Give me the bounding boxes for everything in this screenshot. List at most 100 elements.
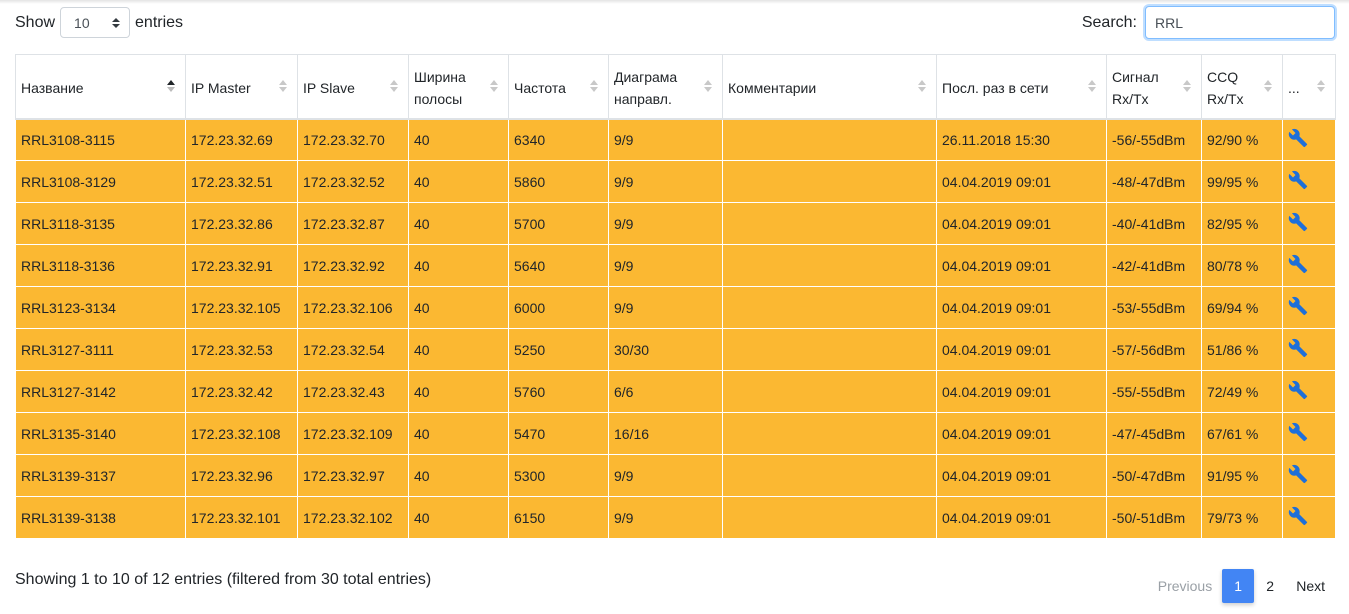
wrench-icon[interactable] <box>1288 170 1308 190</box>
table-cell: 79/73 % <box>1201 496 1283 539</box>
table-cell: 40 <box>408 328 509 371</box>
sort-icon <box>1264 80 1272 93</box>
table-row: RRL3118-3135 172.23.32.86 172.23.32.87 40 57… <box>15 202 1336 245</box>
action-cell <box>1282 286 1336 329</box>
table-cell: 9/9 <box>608 286 723 329</box>
table-row: RRL3118-3136 172.23.32.91 172.23.32.92 40 56… <box>15 244 1336 287</box>
table-cell: 92/90 % <box>1201 118 1283 161</box>
table-cell: -55/-55dBm <box>1106 370 1202 413</box>
table-cell: 172.23.32.43 <box>297 370 409 413</box>
table-row: RRL3127-3142 172.23.32.42 172.23.32.43 40 57… <box>15 370 1336 413</box>
table-row: RRL3139-3138 172.23.32.101 172.23.32.102 40… <box>15 496 1336 539</box>
table-cell: 9/9 <box>608 496 723 539</box>
table-cell: 172.23.32.97 <box>297 454 409 497</box>
sort-icon <box>704 80 712 93</box>
wrench-icon[interactable] <box>1288 464 1308 484</box>
column-header-label: Комментарии <box>728 80 817 97</box>
wrench-icon[interactable] <box>1288 506 1308 526</box>
wrench-icon[interactable] <box>1288 296 1308 316</box>
wrench-icon[interactable] <box>1288 338 1308 358</box>
table-cell: 172.23.32.86 <box>185 202 298 245</box>
page-button-2[interactable]: 2 <box>1254 569 1286 603</box>
column-header-0[interactable]: Название <box>15 54 186 120</box>
table-cell: 9/9 <box>608 160 723 203</box>
entries-per-page-select[interactable]: 10 <box>60 7 131 38</box>
table-cell: 6150 <box>508 496 609 539</box>
show-label: Show <box>15 13 56 31</box>
table-cell: 172.23.32.109 <box>297 412 409 455</box>
sort-icon <box>490 80 498 93</box>
table-cell: 04.04.2019 09:01 <box>936 202 1107 245</box>
table-cell: RRL3139-3138 <box>15 496 186 539</box>
wrench-icon[interactable] <box>1288 380 1308 400</box>
table-cell: 40 <box>408 244 509 287</box>
wrench-icon[interactable] <box>1288 128 1308 148</box>
table-cell: RRL3123-3134 <box>15 286 186 329</box>
table-cell: -57/-56dBm <box>1106 328 1202 371</box>
table-cell: 91/95 % <box>1201 454 1283 497</box>
table-cell: 172.23.32.69 <box>185 118 298 161</box>
table-cell: RRL3139-3137 <box>15 454 186 497</box>
table-cell: RRL3108-3129 <box>15 160 186 203</box>
table-cell: 5250 <box>508 328 609 371</box>
table-cell: RRL3127-3142 <box>15 370 186 413</box>
column-header-7[interactable]: Посл. раз в сети <box>936 54 1107 120</box>
next-button[interactable]: Next <box>1286 569 1335 603</box>
previous-button[interactable]: Previous <box>1148 569 1222 603</box>
column-header-2[interactable]: IP Slave <box>297 54 409 120</box>
sort-icon <box>390 80 398 93</box>
column-header-label: CCQ Rx/Tx <box>1207 69 1244 108</box>
table-cell: 9/9 <box>608 118 723 161</box>
table-cell: -48/-47dBm <box>1106 160 1202 203</box>
table-cell: 04.04.2019 09:01 <box>936 328 1107 371</box>
wrench-icon[interactable] <box>1288 254 1308 274</box>
table-cell: RRL3135-3140 <box>15 412 186 455</box>
entries-label: entries <box>135 13 184 31</box>
table-cell: -42/-41dBm <box>1106 244 1202 287</box>
table-cell: 5760 <box>508 370 609 413</box>
table-cell: 172.23.32.53 <box>185 328 298 371</box>
table-row: RRL3108-3115 172.23.32.69 172.23.32.70 40 63… <box>15 118 1336 161</box>
page-button-1[interactable]: 1 <box>1222 569 1255 603</box>
table-cell: 172.23.32.52 <box>297 160 409 203</box>
sort-icon <box>167 80 175 93</box>
column-header-label: IP Slave <box>303 80 355 97</box>
action-cell <box>1282 160 1336 203</box>
pagination: Previous 12 Next <box>1148 569 1335 603</box>
table-cell: 5300 <box>508 454 609 497</box>
table-body: RRL3108-3115 172.23.32.69 172.23.32.70 40 63… <box>15 118 1336 539</box>
table-cell: 172.23.32.96 <box>185 454 298 497</box>
table-cell: 72/49 % <box>1201 370 1283 413</box>
wrench-icon[interactable] <box>1288 212 1308 232</box>
column-header-6[interactable]: Комментарии <box>722 54 937 120</box>
table-cell: RRL3127-3111 <box>15 328 186 371</box>
wrench-icon[interactable] <box>1288 422 1308 442</box>
column-header-4[interactable]: Частота <box>508 54 609 120</box>
table-cell <box>722 412 937 455</box>
table-row: RRL3135-3140 172.23.32.108 172.23.32.109 40… <box>15 412 1336 455</box>
sort-icon <box>590 80 598 93</box>
table-cell <box>722 370 937 413</box>
table-cell: 172.23.32.102 <box>297 496 409 539</box>
column-header-8[interactable]: Сигнал Rx/Tx <box>1106 54 1202 120</box>
table-cell: 172.23.32.42 <box>185 370 298 413</box>
table-cell: 172.23.32.87 <box>297 202 409 245</box>
table-cell: 04.04.2019 09:01 <box>936 286 1107 329</box>
action-cell <box>1282 496 1336 539</box>
table-cell <box>722 244 937 287</box>
sort-icon <box>1183 80 1191 93</box>
column-header-3[interactable]: Ширина полосы <box>408 54 509 120</box>
table-cell: 04.04.2019 09:01 <box>936 370 1107 413</box>
column-header-9[interactable]: CCQ Rx/Tx <box>1201 54 1283 120</box>
table-cell: 51/86 % <box>1201 328 1283 371</box>
table-cell <box>722 286 937 329</box>
data-table: Название IP Master IP Slave Ширина полосы Ча… <box>15 54 1336 539</box>
table-row: RRL3123-3134 172.23.32.105 172.23.32.106 40… <box>15 286 1336 329</box>
column-header-10[interactable]: ... <box>1282 54 1336 120</box>
column-header-5[interactable]: Диаграма направл. <box>608 54 723 120</box>
table-cell: RRL3108-3115 <box>15 118 186 161</box>
table-header-row: Название IP Master IP Slave Ширина полосы Ча… <box>15 54 1336 120</box>
search-input[interactable] <box>1145 6 1335 39</box>
table-cell: 172.23.32.92 <box>297 244 409 287</box>
column-header-1[interactable]: IP Master <box>185 54 298 120</box>
